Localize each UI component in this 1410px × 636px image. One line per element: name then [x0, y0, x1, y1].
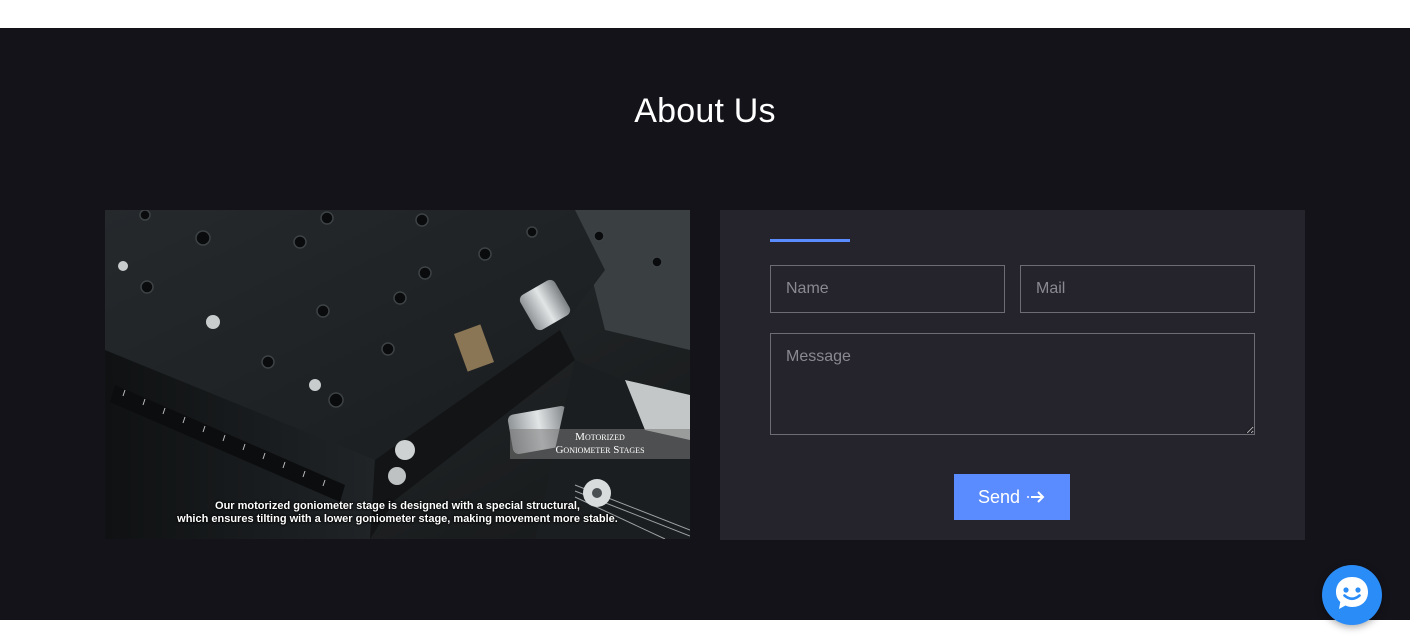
send-button[interactable]: Send [954, 474, 1070, 520]
video-title-line2: Goniometer Stages [555, 444, 645, 456]
section-title: About Us [634, 92, 776, 130]
video-subtitle: Our motorized goniometer stage is design… [105, 500, 690, 526]
chat-button[interactable] [1322, 565, 1382, 625]
footer-strip [0, 620, 1410, 636]
video-title-overlay: Motorized Goniometer Stages [510, 429, 690, 459]
video-subtitle-line2: which ensures tilting with a lower gonio… [177, 513, 618, 525]
about-section: About Us Motorized Goniometer Stages Our… [0, 28, 1410, 620]
video-title-line1: Motorized [575, 431, 625, 443]
mail-field[interactable] [1020, 265, 1255, 313]
contact-form: Send [720, 210, 1305, 540]
header-strip [0, 0, 1410, 28]
name-field[interactable] [770, 265, 1005, 313]
send-button-label: Send [977, 486, 1021, 507]
arrow-right-icon [1026, 490, 1046, 504]
video-subtitle-line1: Our motorized goniometer stage is design… [215, 500, 580, 512]
message-field[interactable] [770, 333, 1255, 435]
product-video[interactable]: Motorized Goniometer Stages Our motorize… [105, 210, 690, 539]
accent-divider [770, 239, 850, 242]
smile-chat-icon [1332, 573, 1372, 618]
video-frame-image [105, 210, 690, 539]
